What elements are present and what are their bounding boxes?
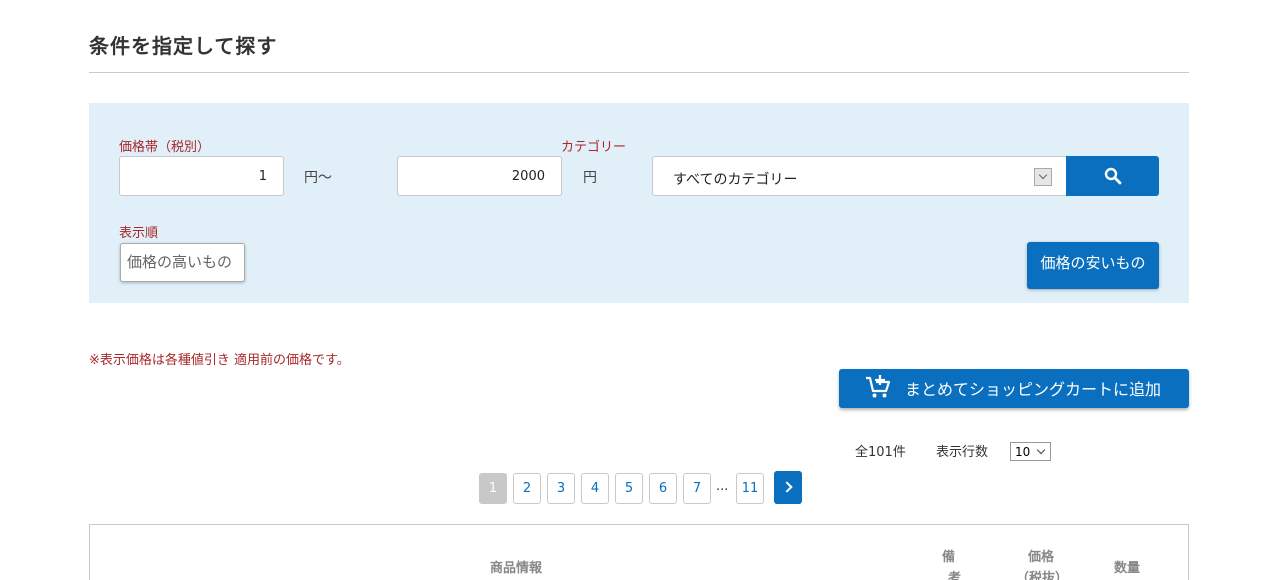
search-button[interactable] — [1066, 156, 1159, 196]
product-table: 商品情報 備 考 価格 （税抜） 数量 — [89, 524, 1189, 580]
col-notes-line2: 考 — [948, 571, 962, 580]
result-count: 全101件 — [855, 445, 906, 460]
min-price-unit: 円〜 — [304, 170, 332, 186]
filter-panel: 価格帯（税別） 円〜 円 カテゴリー すべてのカテゴリー 表示順 価格の高いもの… — [89, 103, 1189, 303]
col-price-line1: 価格 — [1028, 550, 1055, 565]
page-2[interactable]: 2 — [513, 473, 541, 504]
page-7[interactable]: 7 — [683, 473, 711, 504]
page-5[interactable]: 5 — [615, 473, 643, 504]
category-selected-value: すべてのカテゴリー — [673, 172, 798, 188]
category-select[interactable]: すべてのカテゴリー — [652, 156, 1067, 196]
col-price-line2: （税抜） — [1016, 571, 1069, 580]
pagination-ellipsis: ... — [716, 479, 729, 494]
price-range-label: 価格帯（税別） — [119, 140, 211, 155]
add-to-cart-icon — [866, 375, 891, 398]
min-price-input[interactable] — [119, 156, 284, 196]
heading-divider — [89, 72, 1189, 73]
max-price-unit: 円 — [583, 170, 597, 186]
price-notice: ※表示価格は各種値引き 適用前の価格です。 — [89, 353, 350, 368]
sort-order-label: 表示順 — [119, 226, 159, 241]
rows-per-page-label: 表示行数 — [936, 445, 989, 460]
page-4[interactable]: 4 — [581, 473, 609, 504]
chevron-down-icon — [1034, 168, 1052, 186]
category-label: カテゴリー — [561, 140, 627, 155]
page-1[interactable]: 1 — [479, 473, 507, 504]
col-quantity: 数量 — [1114, 561, 1141, 576]
section-heading: 条件を指定して探す — [89, 34, 278, 58]
page-6[interactable]: 6 — [649, 473, 677, 504]
col-notes-line1: 備 — [942, 550, 956, 565]
sort-low-price-button[interactable]: 価格の安いもの — [1027, 242, 1159, 289]
page-last[interactable]: 11 — [736, 473, 764, 504]
page-3[interactable]: 3 — [547, 473, 575, 504]
col-product-info: 商品情報 — [490, 561, 543, 576]
add-all-to-cart-button[interactable]: まとめてショッピングカートに追加 — [839, 369, 1189, 408]
search-icon — [1104, 167, 1122, 185]
max-price-input[interactable] — [397, 156, 562, 196]
next-page-button[interactable] — [774, 471, 802, 504]
rows-per-page-select[interactable]: 10 — [1010, 442, 1051, 461]
sort-high-price-button[interactable]: 価格の高いもの — [120, 243, 245, 282]
add-all-to-cart-label: まとめてショッピングカートに追加 — [905, 380, 1162, 399]
